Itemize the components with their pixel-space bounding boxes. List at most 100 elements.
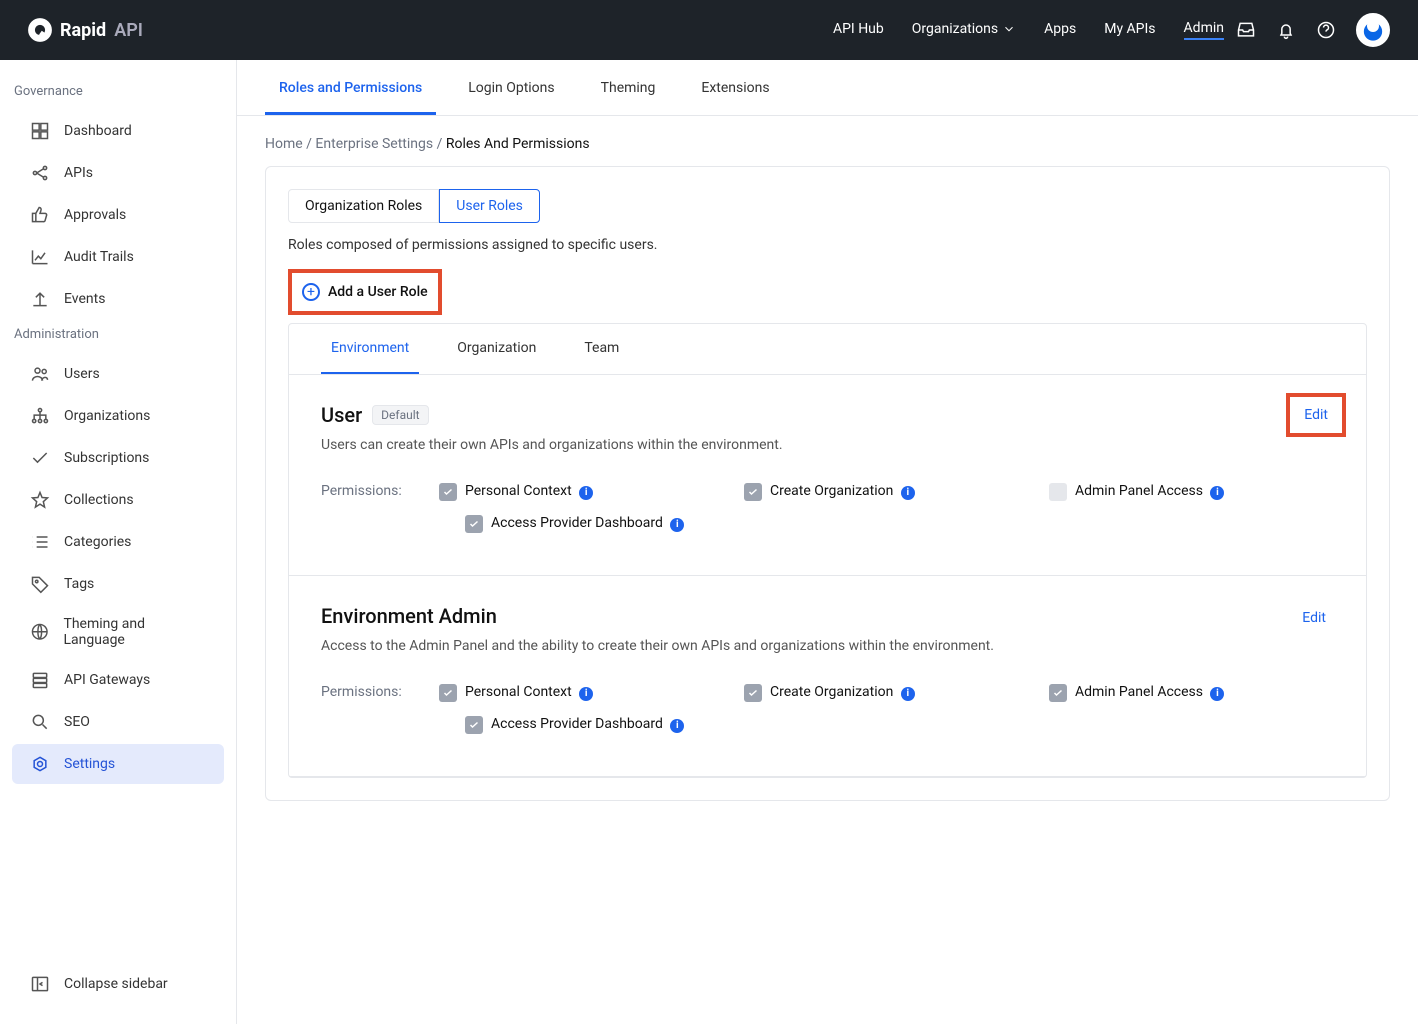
- sidebar-item-audit-trails[interactable]: Audit Trails: [12, 237, 224, 277]
- role-desc: Access to the Admin Panel and the abilit…: [321, 638, 1334, 654]
- perm-col: Create Organization i: [744, 684, 1029, 748]
- breadcrumb: Home / Enterprise Settings / Roles And P…: [265, 136, 1390, 152]
- collapse-sidebar[interactable]: Collapse sidebar: [12, 964, 224, 1004]
- checkbox-icon: [465, 515, 483, 533]
- info-icon[interactable]: i: [901, 486, 915, 500]
- sidebar-item-events[interactable]: Events: [12, 279, 224, 319]
- role-block-user: User Default Users can create their own …: [289, 375, 1366, 576]
- sidebar-section-title: Governance: [0, 78, 236, 109]
- sidebar-item-label: Categories: [64, 534, 131, 550]
- add-user-role-button[interactable]: + Add a User Role: [288, 269, 442, 315]
- sidebar-item-label: Subscriptions: [64, 450, 149, 466]
- sidebar-item-label: Approvals: [64, 207, 126, 223]
- topnav-label: Organizations: [912, 21, 998, 37]
- scope-tab-organization[interactable]: Organization: [447, 324, 546, 374]
- role-block-environment-admin: Environment Admin Access to the Admin Pa…: [289, 576, 1366, 777]
- perm-label: Admin Panel Access i: [1075, 684, 1224, 701]
- sidebar-item-users[interactable]: Users: [12, 354, 224, 394]
- permissions-row: Permissions: Personal Context i Access P…: [321, 483, 1334, 547]
- main: Roles and Permissions Login Options Themin…: [237, 60, 1418, 1024]
- topnav-label: Admin: [1184, 20, 1224, 36]
- sidebar-item-api-gateways[interactable]: API Gateways: [12, 660, 224, 700]
- topnav-item-api-hub[interactable]: API Hub: [833, 21, 884, 39]
- info-icon[interactable]: i: [1210, 687, 1224, 701]
- tab-roles-and-permissions[interactable]: Roles and Permissions: [265, 60, 436, 115]
- stack-icon: [30, 670, 50, 690]
- checkbox-icon: [439, 483, 457, 501]
- sidebar-item-approvals[interactable]: Approvals: [12, 195, 224, 235]
- globe-icon: [30, 622, 49, 642]
- topbar: Rapid API API Hub Organizations Apps My API…: [0, 0, 1418, 60]
- sidebar-item-apis[interactable]: APIs: [12, 153, 224, 193]
- sidebar-item-settings[interactable]: Settings: [12, 744, 224, 784]
- perm-label: Create Organization i: [770, 684, 915, 701]
- star-icon: [30, 490, 50, 510]
- upload-icon: [30, 289, 50, 309]
- perm-col: Admin Panel Access i: [1049, 483, 1334, 547]
- edit-role-link[interactable]: Edit: [1286, 393, 1346, 437]
- role-type-tab-organization-roles[interactable]: Organization Roles: [288, 189, 439, 223]
- brand-logo[interactable]: Rapid API: [28, 18, 143, 42]
- scope-tab-team[interactable]: Team: [574, 324, 629, 374]
- checkbox-icon: [1049, 684, 1067, 702]
- sidebar-item-label: Dashboard: [64, 123, 132, 139]
- help-icon[interactable]: [1316, 20, 1336, 40]
- info-icon[interactable]: i: [901, 687, 915, 701]
- avatar[interactable]: [1356, 13, 1390, 47]
- plus-circle-icon: +: [302, 283, 320, 301]
- info-icon[interactable]: i: [670, 719, 684, 733]
- breadcrumb-item[interactable]: Enterprise Settings: [315, 136, 433, 152]
- perm-item: Personal Context i: [439, 684, 724, 702]
- topnav-item-apps[interactable]: Apps: [1044, 21, 1076, 39]
- role-type-tab-user-roles[interactable]: User Roles: [439, 189, 540, 223]
- sidebar: Governance Dashboard APIs Approvals Audit Tr…: [0, 60, 237, 1024]
- apis-icon: [30, 163, 50, 183]
- role-title: Environment Admin: [321, 604, 497, 628]
- add-role-label: Add a User Role: [328, 284, 428, 300]
- info-icon[interactable]: i: [579, 687, 593, 701]
- sidebar-item-dashboard[interactable]: Dashboard: [12, 111, 224, 151]
- bell-icon[interactable]: [1276, 20, 1296, 40]
- scope-tabs: Environment Organization Team: [289, 324, 1366, 375]
- perm-item: Create Organization i: [744, 684, 1029, 702]
- info-icon[interactable]: i: [670, 518, 684, 532]
- info-icon[interactable]: i: [579, 486, 593, 500]
- sidebar-item-label: Theming and Language: [63, 616, 206, 648]
- topnav-label: Apps: [1044, 21, 1076, 37]
- sidebar-item-label: Users: [64, 366, 100, 382]
- sidebar-item-collections[interactable]: Collections: [12, 480, 224, 520]
- sidebar-item-seo[interactable]: SEO: [12, 702, 224, 742]
- tab-login-options[interactable]: Login Options: [454, 60, 568, 115]
- logo-mark-icon: [28, 18, 52, 42]
- sidebar-item-tags[interactable]: Tags: [12, 564, 224, 604]
- perm-col: Create Organization i: [744, 483, 1029, 547]
- sidebar-item-label: Tags: [64, 576, 94, 592]
- breadcrumb-item[interactable]: Home: [265, 136, 303, 152]
- perm-label: Admin Panel Access i: [1075, 483, 1224, 500]
- role-title: User: [321, 403, 362, 427]
- perm-col: Admin Panel Access i: [1049, 684, 1334, 748]
- info-icon[interactable]: i: [1210, 486, 1224, 500]
- topnav-item-my-apis[interactable]: My APIs: [1104, 21, 1155, 39]
- topnav-item-organizations[interactable]: Organizations: [912, 21, 1016, 39]
- topnav-item-admin[interactable]: Admin: [1184, 20, 1224, 40]
- sidebar-item-label: APIs: [64, 165, 93, 181]
- inbox-icon[interactable]: [1236, 20, 1256, 40]
- tab-theming[interactable]: Theming: [587, 60, 670, 115]
- edit-role-link[interactable]: Edit: [1294, 604, 1334, 632]
- breadcrumb-item: Roles And Permissions: [446, 136, 590, 152]
- role-title-row: User Default: [321, 403, 1334, 427]
- perm-item: Personal Context i: [439, 483, 724, 501]
- sidebar-item-organizations[interactable]: Organizations: [12, 396, 224, 436]
- sidebar-item-subscriptions[interactable]: Subscriptions: [12, 438, 224, 478]
- tab-extensions[interactable]: Extensions: [687, 60, 783, 115]
- perm-item: Create Organization i: [744, 483, 1029, 501]
- main-tabs: Roles and Permissions Login Options Themin…: [237, 60, 1418, 116]
- role-title-row: Environment Admin: [321, 604, 1334, 628]
- sidebar-item-theming-and-language[interactable]: Theming and Language: [12, 606, 224, 658]
- perm-item: Access Provider Dashboard i: [465, 716, 724, 734]
- hierarchy-icon: [30, 406, 50, 426]
- sidebar-item-categories[interactable]: Categories: [12, 522, 224, 562]
- scope-tab-environment[interactable]: Environment: [321, 324, 419, 374]
- checkbox-icon: [439, 684, 457, 702]
